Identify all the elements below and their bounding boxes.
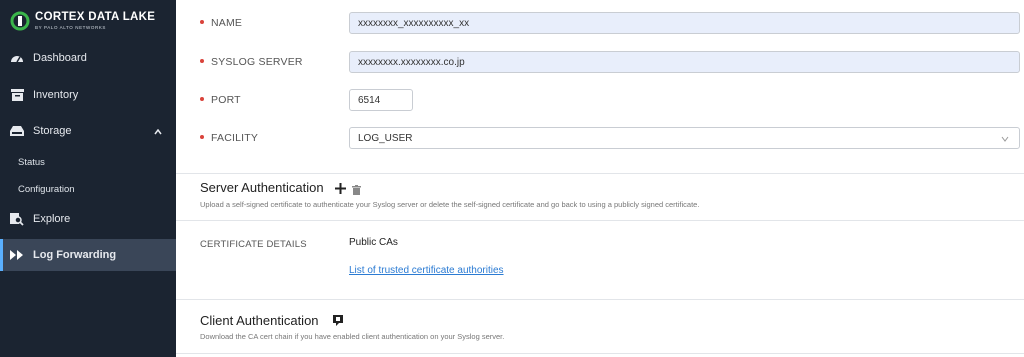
certificate-details-label: CERTIFICATE DETAILS [200,239,307,250]
gauge-icon [10,51,24,65]
client-auth-description: Download the CA cert chain if you have e… [200,332,505,341]
sidebar-item-label: Inventory [33,89,79,101]
server-auth-title: Server Authentication [200,180,324,195]
trash-icon[interactable] [352,182,361,200]
section-divider [176,299,1024,300]
brand-title: CORTEX DATA LAKE [35,11,156,23]
sidebar-subitem-configuration[interactable]: Configuration [18,184,75,195]
sidebar-subitem-status[interactable]: Status [18,157,45,168]
required-dot [200,20,204,25]
inventory-icon [10,88,24,102]
client-auth-title: Client Authentication [200,313,319,328]
main-panel: NAME xxxxxxxx_xxxxxxxxxx_xx SYSLOG SERVE… [176,0,1024,357]
facility-value: LOG_USER [358,132,413,144]
name-label: NAME [200,17,242,29]
download-icon[interactable] [333,313,343,331]
add-icon[interactable] [335,181,346,199]
fast-forward-icon [10,248,24,262]
chevron-up-icon[interactable] [154,126,162,138]
facility-label: FACILITY [200,132,258,144]
brand-subtitle: BY PALO ALTO NETWORKS [35,24,107,30]
chevron-down-icon [1001,134,1009,145]
sidebar-item-dashboard[interactable]: Dashboard [0,40,176,76]
sidebar-item-label: Explore [33,213,71,225]
certificate-details-value: Public CAs [349,237,398,248]
storage-icon [10,124,24,138]
section-divider [176,220,1024,221]
trusted-ca-link[interactable]: List of trusted certificate authorities [349,265,504,276]
sidebar-item-inventory[interactable]: Inventory [0,77,176,113]
cortex-logo-icon [10,11,30,31]
syslog-server-label: SYSLOG SERVER [200,56,303,68]
server-auth-description: Upload a self-signed certificate to auth… [200,200,700,209]
syslog-server-field[interactable]: xxxxxxxx.xxxxxxxx.co.jp [349,51,1020,73]
sidebar-item-label: Storage [33,125,72,137]
port-label: PORT [200,94,241,106]
name-field[interactable]: xxxxxxxx_xxxxxxxxxx_xx [349,12,1020,34]
sidebar: CORTEX DATA LAKE BY PALO ALTO NETWORKS D… [0,0,176,357]
required-dot [200,97,204,102]
required-dot [200,135,204,140]
sidebar-item-storage[interactable]: Storage [0,113,176,149]
required-dot [200,59,204,64]
explore-icon [10,212,24,226]
section-divider [176,173,1024,174]
brand-logo[interactable]: CORTEX DATA LAKE BY PALO ALTO NETWORKS [10,9,155,33]
sidebar-item-label: Log Forwarding [33,249,117,261]
section-divider [176,353,1024,354]
sidebar-item-explore[interactable]: Explore [0,201,176,237]
sidebar-item-log-forwarding[interactable]: Log Forwarding [0,239,176,271]
port-field[interactable]: 6514 [349,89,413,111]
facility-select[interactable]: LOG_USER [349,127,1020,149]
sidebar-item-label: Dashboard [33,52,87,64]
